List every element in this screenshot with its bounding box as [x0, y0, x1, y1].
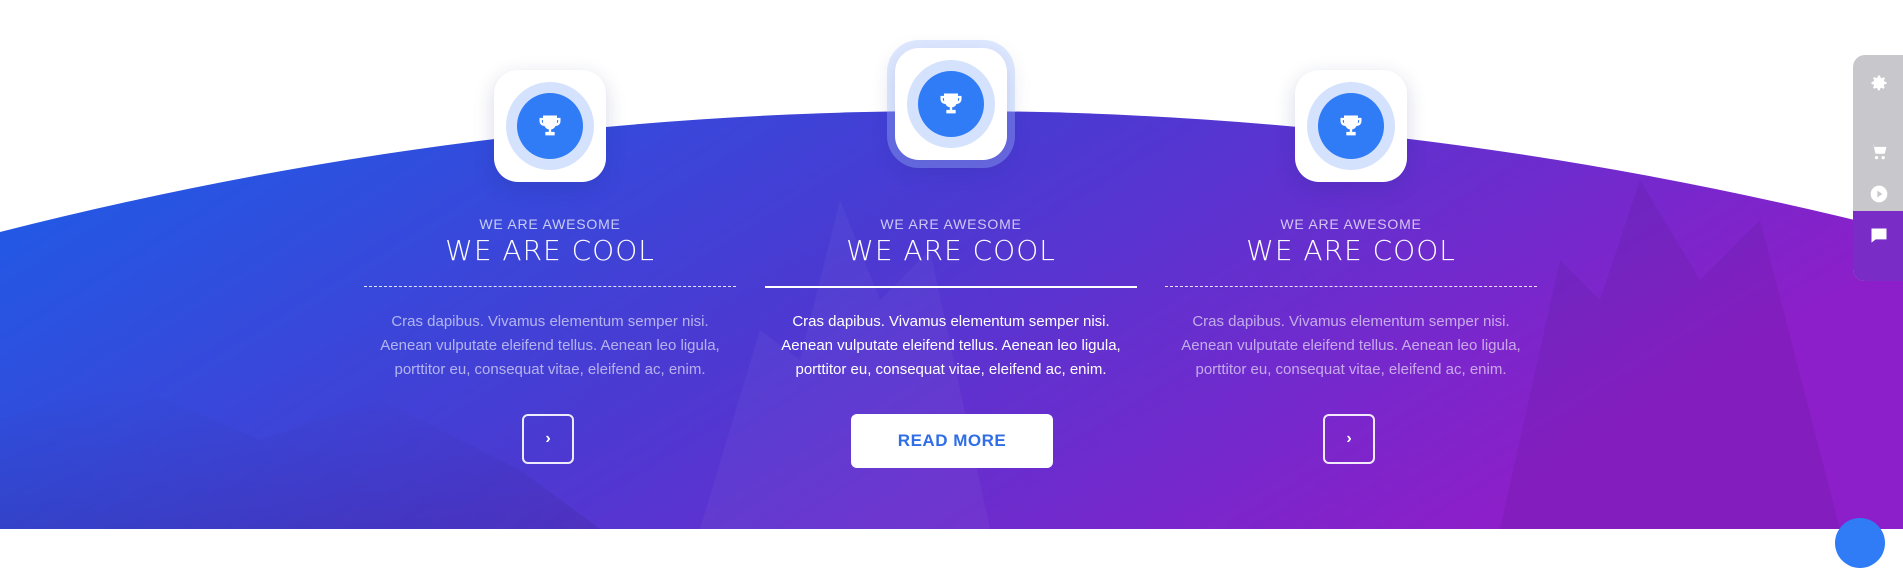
feature-icon-box — [1295, 70, 1407, 182]
trophy-icon — [918, 71, 984, 137]
feature-subtitle: WE ARE AWESOME — [1280, 216, 1422, 232]
chat-icon[interactable] — [1868, 225, 1890, 247]
feature-icon-box — [895, 48, 1007, 160]
read-more-button[interactable]: READ MORE — [851, 414, 1053, 468]
feature-icon-box — [494, 70, 606, 182]
feature-subtitle: WE ARE AWESOME — [880, 216, 1022, 232]
play-icon[interactable] — [1868, 183, 1890, 205]
feature-text: Cras dapibus. Vivamus elementum semper n… — [380, 313, 720, 378]
feature-text: Cras dapibus. Vivamus elementum semper n… — [1181, 313, 1521, 378]
feature-title: WE ARE COOL — [445, 234, 655, 267]
cart-icon[interactable] — [1868, 140, 1890, 162]
feature-arrow-button[interactable]: › — [1323, 414, 1375, 464]
trophy-icon — [517, 93, 583, 159]
feature-divider — [765, 286, 1137, 288]
feature-title: WE ARE COOL — [846, 234, 1056, 267]
feature-divider — [1165, 286, 1537, 287]
feature-text: Cras dapibus. Vivamus elementum semper n… — [781, 313, 1121, 378]
side-toolbar — [1853, 55, 1903, 281]
trophy-icon — [1318, 93, 1384, 159]
gear-icon[interactable] — [1868, 72, 1890, 94]
scroll-to-top-button[interactable] — [1835, 518, 1885, 568]
feature-arrow-button[interactable]: › — [522, 414, 574, 464]
feature-divider — [364, 286, 736, 287]
feature-title: WE ARE COOL — [1246, 234, 1456, 267]
feature-subtitle: WE ARE AWESOME — [479, 216, 621, 232]
